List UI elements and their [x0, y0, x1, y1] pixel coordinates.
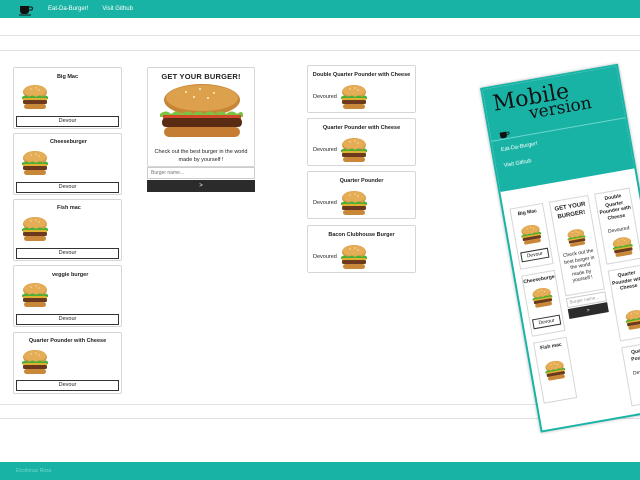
burger-image: [22, 350, 48, 374]
navbar: Eat-Da-Burger! Visit Github: [0, 0, 640, 18]
nav-link-home[interactable]: Eat-Da-Burger!: [48, 6, 88, 12]
mobile-devoured-card: Double Quarter Pounder with Cheese Devou…: [594, 187, 640, 265]
divider: [0, 50, 640, 51]
burger-name: Big Mac: [517, 208, 538, 218]
burger-image: [624, 308, 640, 331]
nav-link-github[interactable]: Visit Github: [102, 6, 133, 12]
devour-button[interactable]: Devour: [531, 314, 562, 330]
burger-name: Fish mac: [539, 341, 563, 352]
hero-title: GET YOUR BURGER!: [161, 72, 241, 81]
burger-card: Quarter Pounder with Cheese Devour: [13, 332, 122, 394]
burger-name-input[interactable]: [147, 167, 255, 179]
burger-name: Double Quarter Pounder with Cheese: [312, 72, 411, 78]
burger-image: [519, 223, 543, 246]
burger-image: [611, 235, 635, 258]
burger-name: Quarter Pounder with Cheese: [322, 125, 401, 131]
footer: Ekorkmaz Rosa: [0, 462, 640, 480]
devoured-card: Double Quarter Pounder with Cheese Devou…: [307, 65, 416, 113]
devour-button[interactable]: Devour: [16, 314, 119, 325]
devour-button[interactable]: Devour: [16, 116, 119, 127]
devoured-label: Devoured: [313, 200, 337, 206]
coffee-cup-icon[interactable]: [18, 3, 34, 16]
hero-burger-image: [566, 227, 587, 248]
burger-card: Big Mac Devour: [13, 67, 122, 129]
mobile-burger-card: Cheeseburger Devour: [521, 269, 566, 337]
burger-image: [22, 85, 48, 109]
mobile-devoured-card: Quarter Pounder Devoured: [621, 341, 640, 407]
burger-image: [341, 191, 367, 215]
devour-button[interactable]: Devour: [520, 247, 550, 263]
hero-burger-image: [160, 84, 243, 137]
devour-button[interactable]: Devour: [16, 380, 119, 391]
mobile-devoured-card: Quarter Pounder with Cheese: [607, 264, 640, 342]
divider: [0, 35, 640, 36]
burger-name: Double Quarter Pounder with Cheese: [599, 193, 632, 222]
burger-image: [543, 359, 567, 382]
burger-name: Bacon Clubhouse Burger: [328, 232, 395, 238]
burger-card: Fish mac Devour: [13, 199, 122, 261]
burger-name: Quarter Pounder with Cheese: [611, 269, 640, 292]
hero-text: Check out the best burger in the world m…: [562, 247, 595, 284]
devour-button[interactable]: Devour: [16, 248, 119, 259]
devoured-label: Devoured: [632, 367, 640, 377]
devoured-card: Quarter Pounder Devoured: [307, 171, 416, 219]
burger-image: [22, 151, 48, 175]
devoured-label: Devoured: [313, 94, 337, 100]
burger-image: [341, 245, 367, 269]
burger-name: Big Mac: [56, 74, 79, 80]
burger-card: veggie burger Devour: [13, 265, 122, 327]
devoured-card: Quarter Pounder with Cheese Devoured: [307, 118, 416, 166]
burger-name: Quarter Pounder with Cheese: [28, 338, 107, 344]
hero-text: Check out the best burger in the world m…: [154, 149, 248, 163]
devoured-label: Devoured: [313, 254, 337, 260]
devoured-card: Bacon Clubhouse Burger Devoured: [307, 225, 416, 273]
burger-name: Quarter Pounder: [339, 178, 384, 184]
hero-card: GET YOUR BURGER! Check out the best burg…: [147, 67, 255, 167]
submit-button[interactable]: >: [147, 180, 255, 192]
burger-name: Cheeseburger: [50, 139, 87, 145]
devoured-label: Devoured: [313, 147, 337, 153]
burger-name: Quarter Pounder: [630, 346, 640, 363]
burger-name: Fish mac: [57, 205, 81, 211]
burger-image: [22, 283, 48, 307]
burger-image: [530, 286, 554, 309]
burger-name: Cheeseburger: [522, 273, 556, 286]
burger-image: [341, 85, 367, 109]
mobile-burger-card: Big Mac Devour: [509, 202, 554, 270]
burger-image: [22, 217, 48, 241]
burger-name: veggie burger: [52, 272, 89, 278]
footer-text: Ekorkmaz Rosa: [16, 468, 52, 474]
hero-title: GET YOUR BURGER!: [554, 201, 586, 221]
burger-card: Cheeseburger Devour: [13, 133, 122, 195]
burger-image: [341, 138, 367, 162]
mobile-burger-card: Fish mac: [533, 336, 578, 404]
mobile-version-preview: Mobile version Eat-Da-Burger! Visit Gith…: [480, 63, 640, 433]
devour-button[interactable]: Devour: [16, 182, 119, 193]
